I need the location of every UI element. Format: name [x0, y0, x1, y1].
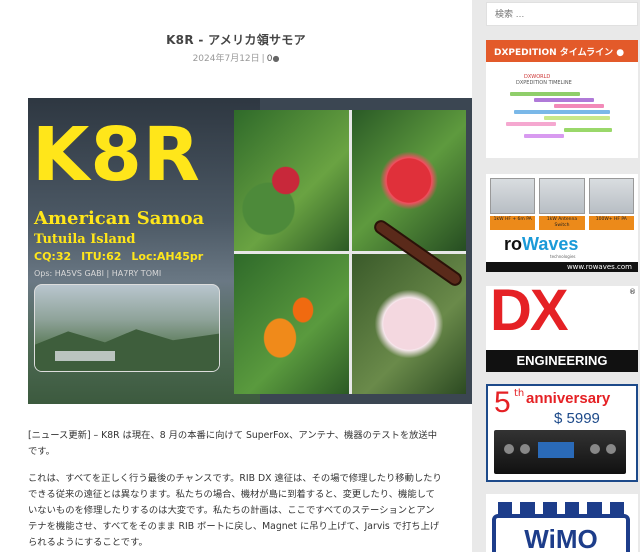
rowaves-tagline: technologies: [550, 254, 576, 259]
rowaves-logo: roWaves: [504, 234, 578, 255]
post-meta: 2024年7月12日 | 0●: [0, 51, 472, 64]
product-labels: 1kW HF + 6m PA 1kW Antenna Switch 100W+ …: [490, 216, 634, 230]
rowaves-logo-a: ro: [504, 234, 522, 254]
timeline-bar: [514, 110, 610, 114]
product-image: [490, 178, 536, 214]
product-label: 100W+ HF PA: [588, 216, 634, 230]
wimo-ad[interactable]: WiMO: [486, 494, 638, 552]
timeline-dot-icon: ●: [616, 48, 625, 58]
meta-separator: |: [261, 54, 265, 64]
wimo-logo-teeth: [492, 502, 630, 514]
knob-icon: [606, 444, 616, 454]
hero-loc: Loc:AH45pr: [131, 250, 204, 263]
comment-icon[interactable]: ●: [272, 54, 279, 63]
timeline-bar: [524, 134, 564, 138]
product-label: 1kW Antenna Switch: [539, 216, 585, 230]
post-title[interactable]: K8R - アメリカ領サモア: [0, 31, 472, 48]
product-label: 1kW HF + 6m PA: [490, 216, 536, 230]
main-content: K8R - アメリカ領サモア 2024年7月12日 | 0● K8R America…: [0, 0, 472, 552]
hero-photo-grid: [234, 110, 466, 394]
flower-photo-heliconia: [234, 253, 349, 394]
hero-island: Tutuila Island: [34, 232, 136, 247]
dx-logo: DX: [490, 286, 569, 343]
timeline-image[interactable]: DXWORLD DXPEDITION TIMELINE: [504, 74, 620, 144]
hero-image: K8R American Samoa Tutuila Island CQ:32 I…: [28, 98, 472, 404]
hero-callsign: K8R: [32, 112, 201, 198]
dx-engineering-text: ENGINEERING: [486, 350, 638, 372]
rowaves-logo-b: Waves: [522, 234, 579, 254]
timeline-bar: [510, 92, 580, 96]
anniversary-suffix: th: [514, 388, 525, 399]
hero-place: American Samoa: [34, 208, 205, 229]
anniversary-number: 5: [494, 386, 511, 419]
flower-photo-red-ginger: [234, 110, 349, 251]
knob-icon: [504, 444, 514, 454]
hero-cq: CQ:32: [34, 250, 72, 263]
product-image: [588, 178, 634, 214]
anniversary-price: $ 5999: [554, 410, 600, 427]
hero-landscape-photo: [34, 284, 220, 372]
anniversary-ad[interactable]: 5 th anniversary $ 5999: [486, 384, 638, 482]
search-input[interactable]: [486, 2, 638, 26]
knob-icon: [520, 444, 530, 454]
article-paragraph-1: [ニュース更新] – K8R は現在、8 月の本番に向けて SuperFox、ア…: [28, 430, 438, 457]
timeline-header: DXPEDITION タイムライン ●: [486, 40, 638, 62]
hero-zones: CQ:32 ITU:62 Loc:AH45pr: [34, 250, 213, 263]
timeline-widget: DXPEDITION タイムライン ● DXWORLD DXPEDITION T…: [486, 40, 638, 158]
timeline-subtitle: DXPEDITION TIMELINE: [516, 80, 572, 86]
anniversary-text: anniversary: [526, 390, 611, 407]
hero-ridge: [35, 329, 219, 371]
timeline-bar: [506, 122, 556, 126]
rowaves-url: www.rowaves.com: [486, 262, 638, 272]
rowaves-products: [490, 178, 634, 214]
hero-itu: ITU:62: [81, 250, 122, 263]
timeline-bar: [564, 128, 612, 132]
article-paragraph-2: これは、すべてを正しく行う最後のチャンスです。RIB DX 遠征は、その場で修理…: [28, 473, 442, 548]
registered-mark: ®: [629, 288, 636, 296]
wimo-logo: WiMO: [492, 514, 630, 552]
dx-engineering-ad[interactable]: DX ® ENGINEERING: [486, 286, 638, 372]
hero-operators: Ops: HA5VS GABI | HA7RY TOMI: [34, 269, 162, 278]
knob-icon: [590, 444, 600, 454]
hero-houses: [55, 351, 115, 361]
rowaves-ad[interactable]: 1kW HF + 6m PA 1kW Antenna Switch 100W+ …: [486, 174, 638, 272]
timeline-bar: [554, 104, 604, 108]
amplifier-image: [494, 430, 626, 474]
product-image: [539, 178, 585, 214]
timeline-title[interactable]: DXPEDITION タイムライン: [494, 48, 613, 58]
timeline-bar: [534, 98, 594, 102]
timeline-bar: [544, 116, 610, 120]
flower-photo-ixora: [351, 110, 466, 251]
post-date[interactable]: 2024年7月12日: [193, 54, 260, 64]
amp-screen: [538, 442, 574, 458]
